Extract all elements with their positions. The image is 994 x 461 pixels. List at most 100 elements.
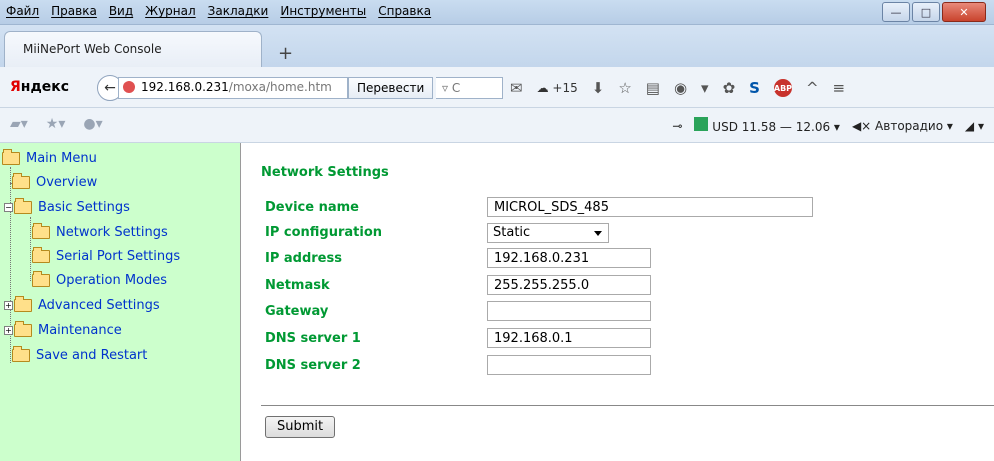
tab-miineport[interactable]: MiiNePort Web Console [4, 31, 262, 68]
dns2-label: DNS server 2 [265, 358, 361, 373]
browser-tools: ✉ ☁ +15 ⬇ ☆ ▤ ◉ ▾ ✿ S ABP ^ ≡ [510, 79, 845, 97]
extension-icon[interactable]: ✿ [723, 79, 736, 97]
folder-icon [32, 223, 50, 239]
tree-line [30, 217, 31, 281]
folder-open-icon [2, 149, 20, 165]
menu-item-overview[interactable]: Overview [10, 173, 98, 190]
toolbar-right: ⊸ USD 11.58 — 12.06 ▾ ◀× Авторадио ▾ ◢ ▾ [672, 117, 984, 134]
menu-item-main[interactable]: Main Menu [2, 149, 97, 166]
menu-item-operation-modes[interactable]: Operation Modes [32, 271, 168, 288]
menu-bookmarks[interactable]: Закладки [208, 4, 269, 18]
currency-widget[interactable]: USD 11.58 — 12.06 ▾ [694, 117, 840, 134]
menu-label: Main Menu [26, 151, 97, 166]
menu-label: Network Settings [56, 225, 168, 240]
bookmarks-list-icon[interactable]: ▤ [646, 79, 660, 97]
chat-icon[interactable]: ●▾ [83, 116, 102, 132]
ip-config-select[interactable]: Static [487, 223, 609, 243]
s-extension-icon[interactable]: S [749, 79, 760, 97]
menu-edit[interactable]: Правка [51, 4, 97, 18]
page-title: Network Settings [261, 165, 389, 180]
menu-bar: Файл Правка Вид Журнал Закладки Инструме… [0, 0, 994, 25]
maximize-button[interactable]: □ [912, 2, 940, 22]
window-controls: — □ ✕ [882, 2, 986, 22]
url-host: 192.168.0.231 [141, 80, 229, 94]
ip-address-input[interactable]: 192.168.0.231 [487, 248, 651, 268]
expand-icon[interactable]: + [4, 326, 13, 335]
folder-icon [14, 296, 32, 312]
device-name-input[interactable]: MICROL_SDS_485 [487, 197, 813, 217]
gateway-label: Gateway [265, 304, 329, 319]
menu-history[interactable]: Журнал [145, 4, 196, 18]
dns2-input[interactable] [487, 355, 651, 375]
folder-icon [32, 271, 50, 287]
menu-item-advanced-settings[interactable]: + Advanced Settings [4, 296, 160, 313]
reload-area[interactable]: ▿ C [436, 77, 503, 99]
chevron-up-icon[interactable]: ^ [806, 79, 819, 97]
weather-widget[interactable]: ☁ +15 [537, 81, 578, 95]
address-bar[interactable]: 192.168.0.231/moxa/home.htm [118, 77, 348, 99]
weather-temp: +15 [552, 81, 578, 95]
left-menu-frame: Main Menu Overview − Basic Settings Netwo… [0, 143, 241, 461]
hamburger-menu-icon[interactable]: ≡ [833, 79, 846, 97]
device-name-label: Device name [265, 200, 359, 215]
url-text: 192.168.0.231/moxa/home.htm [141, 80, 332, 94]
ip-config-label: IP configuration [265, 225, 383, 240]
menu-help[interactable]: Справка [378, 4, 431, 18]
radio-widget[interactable]: ◀× Авторадио ▾ [852, 119, 953, 133]
translate-button[interactable]: Перевести [348, 77, 434, 99]
close-button[interactable]: ✕ [942, 2, 986, 22]
menu-label: Serial Port Settings [56, 249, 181, 264]
favorites-icon[interactable]: ★▾ [46, 116, 66, 132]
menu-item-basic-settings[interactable]: − Basic Settings [4, 198, 130, 215]
menu-label: Save and Restart [36, 348, 148, 363]
menu-item-save-restart[interactable]: Save and Restart [12, 346, 148, 363]
key-icon[interactable]: ⊸ [672, 119, 682, 133]
tab-strip: MiiNePort Web Console + [0, 25, 994, 68]
folder-icon [32, 247, 50, 263]
netmask-input[interactable]: 255.255.255.0 [487, 275, 651, 295]
bookmark-star-icon[interactable]: ☆ [618, 79, 631, 97]
collapse-icon[interactable]: − [4, 203, 13, 212]
menu-file[interactable]: Файл [6, 4, 39, 18]
yandex-toolbar: ▰▾ ★▾ ●▾ ⊸ USD 11.58 — 12.06 ▾ ◀× Автора… [0, 108, 994, 143]
menu-label: Overview [36, 175, 98, 190]
divider [261, 405, 994, 406]
site-identity-icon[interactable] [123, 81, 135, 93]
dropdown-icon[interactable]: ▾ [701, 79, 709, 97]
toolbar-left: ▰▾ ★▾ ●▾ [10, 116, 103, 132]
submit-button[interactable]: Submit [265, 416, 336, 438]
download-icon[interactable]: ⬇ [592, 79, 605, 97]
menu-label: Basic Settings [38, 200, 130, 215]
signal-icon[interactable]: ◢ ▾ [965, 119, 984, 133]
dns1-input[interactable]: 192.168.0.1 [487, 328, 651, 348]
netmask-label: Netmask [265, 278, 330, 293]
eye-icon[interactable]: ◉ [674, 79, 687, 97]
yandex-logo[interactable]: Яндекс [10, 79, 69, 95]
minimize-button[interactable]: — [882, 2, 910, 22]
expand-icon[interactable]: + [4, 301, 13, 310]
menu-tools[interactable]: Инструменты [280, 4, 366, 18]
menu-label: Maintenance [38, 323, 122, 338]
folder-icon [12, 173, 30, 189]
menu-label: Operation Modes [56, 273, 168, 288]
menu-items: Файл Правка Вид Журнал Закладки Инструме… [6, 4, 431, 18]
new-tab-icon[interactable]: + [278, 43, 293, 64]
folder-icon [12, 346, 30, 362]
menu-item-network-settings[interactable]: Network Settings [32, 223, 168, 240]
chevron-down-icon [594, 231, 602, 236]
gateway-input[interactable] [487, 301, 651, 321]
radio-text: Авторадио [875, 118, 944, 133]
adblock-icon[interactable]: ABP [774, 79, 792, 97]
page-tools-icon[interactable]: ▰▾ [10, 116, 28, 132]
ip-address-label: IP address [265, 251, 342, 266]
dns1-label: DNS server 1 [265, 331, 361, 346]
brand-rest: ндекс [20, 79, 70, 95]
folder-open-icon [14, 198, 32, 214]
menu-item-serial-port-settings[interactable]: Serial Port Settings [32, 247, 181, 264]
mail-icon[interactable]: ✉ [510, 79, 523, 97]
menu-item-maintenance[interactable]: + Maintenance [4, 321, 122, 338]
content-frame: Network Settings Device name MICROL_SDS_… [241, 143, 994, 461]
chart-icon [694, 117, 709, 131]
menu-view[interactable]: Вид [109, 4, 133, 18]
ip-config-value: Static [493, 225, 531, 240]
